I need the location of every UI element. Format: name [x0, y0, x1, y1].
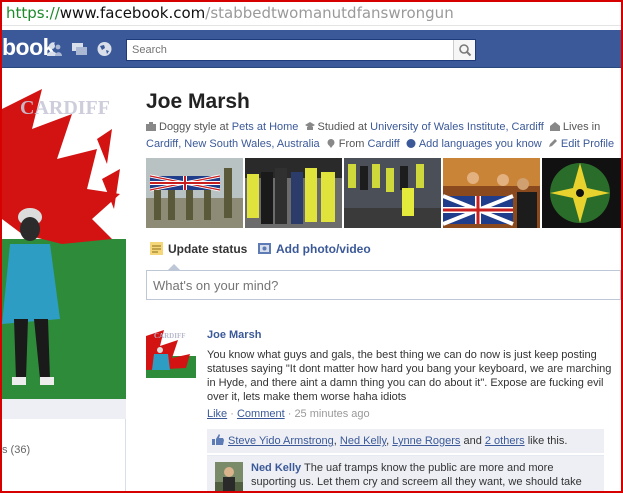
- search-button[interactable]: [453, 40, 475, 60]
- photo-thumbnail[interactable]: [443, 158, 540, 228]
- profile-name: Joe Marsh: [146, 90, 250, 113]
- add-photo-label: Add photo/video: [276, 242, 371, 256]
- story-timestamp[interactable]: 25 minutes ago: [294, 408, 369, 420]
- facebook-header: book: [2, 30, 621, 68]
- edit-profile-link[interactable]: Edit Profile: [561, 138, 614, 150]
- svg-text:CARDIFF: CARDIFF: [154, 332, 186, 340]
- thumbs-up-icon: [212, 434, 224, 445]
- likes-and: and: [463, 435, 482, 447]
- photo-street-crowd: [245, 158, 342, 228]
- left-column: CARDIFF s (36): [2, 69, 126, 491]
- search-icon: [459, 44, 472, 57]
- study-prefix: Studied at: [317, 121, 368, 133]
- browser-window: https://www.facebook.com/stabbedtwomanut…: [0, 0, 623, 493]
- profile-picture[interactable]: CARDIFF: [2, 69, 126, 399]
- update-status-label: Update status: [168, 242, 248, 256]
- likes-suffix: like this.: [527, 435, 568, 447]
- photo-flag-rally: [443, 158, 540, 228]
- svg-text:CARDIFF: CARDIFF: [20, 97, 110, 119]
- likes-bar: Steve Yido Armstrong, Ned Kelly, Lynne R…: [207, 429, 604, 453]
- liker-link[interactable]: Steve Yido Armstrong: [228, 435, 334, 447]
- url-host: www.facebook.com: [59, 4, 206, 22]
- address-bar[interactable]: https://www.facebook.com/stabbedtwomanut…: [2, 2, 621, 26]
- location-pin-icon: [327, 139, 335, 148]
- author-avatar[interactable]: CARDIFF: [146, 328, 196, 378]
- photo-police-line: [344, 158, 441, 228]
- language-globe-icon: [406, 139, 416, 148]
- from-link[interactable]: Cardiff: [368, 138, 400, 150]
- messages-icon[interactable]: [71, 41, 88, 57]
- lives-link[interactable]: Cardiff, New South Wales, Australia: [146, 138, 320, 150]
- others-link[interactable]: 2 others: [485, 435, 525, 447]
- profile-photo-image: CARDIFF: [2, 69, 126, 399]
- add-photo-tab[interactable]: Add photo/video: [258, 242, 371, 256]
- photo-thumbnail[interactable]: [542, 158, 621, 228]
- add-languages-link[interactable]: Add languages you know: [419, 138, 542, 150]
- photo-video-icon: [258, 243, 271, 254]
- graduation-cap-icon: [304, 122, 315, 130]
- author-avatar-image: CARDIFF: [146, 328, 196, 378]
- profile-info: Doggy style at Pets at Home Studied at U…: [146, 119, 621, 153]
- lives-prefix: Lives in: [562, 121, 601, 133]
- status-input[interactable]: [147, 271, 620, 299]
- comment-body: The uaf tramps know the public are more …: [251, 462, 582, 488]
- commenter-avatar[interactable]: [215, 462, 243, 491]
- comment-text: Ned Kelly The uaf tramps know the public…: [251, 461, 599, 489]
- friends-icon[interactable]: [46, 41, 63, 57]
- url-path: /stabbedtwomanutdfanswrongun: [205, 4, 454, 22]
- liker-link[interactable]: Ned Kelly: [340, 435, 386, 447]
- story-actions: Like · Comment · 25 minutes ago: [207, 408, 370, 420]
- globe-icon[interactable]: [96, 41, 113, 57]
- from-prefix: From: [338, 138, 365, 150]
- photo-thumbnail[interactable]: [245, 158, 342, 228]
- commenter-name[interactable]: Ned Kelly: [251, 462, 301, 474]
- photo-thumbnail[interactable]: [146, 158, 243, 228]
- job-prefix: Doggy style at: [159, 121, 229, 133]
- photo-thumbnail[interactable]: [344, 158, 441, 228]
- search-box[interactable]: [126, 39, 476, 61]
- status-pencil-icon: [150, 242, 163, 255]
- study-link[interactable]: University of Wales Institute, Cardiff: [370, 121, 544, 133]
- liker-link[interactable]: Lynne Rogers: [392, 435, 460, 447]
- comment-link[interactable]: Comment: [237, 408, 285, 420]
- photo-coffin-procession: [146, 158, 243, 228]
- update-status-tab[interactable]: Update status: [150, 242, 247, 256]
- photo-strip: [146, 158, 621, 230]
- commenter-avatar-image: [215, 462, 243, 491]
- left-menu-strip: [2, 399, 126, 419]
- url-scheme: https://: [6, 4, 60, 22]
- status-input-box[interactable]: [146, 270, 621, 300]
- story-text: You know what guys and gals, the best th…: [207, 349, 612, 403]
- house-icon: [549, 122, 560, 131]
- search-input[interactable]: [127, 40, 453, 60]
- job-link[interactable]: Pets at Home: [232, 121, 299, 133]
- story-author[interactable]: Joe Marsh: [207, 329, 261, 341]
- briefcase-icon: [146, 122, 156, 131]
- photo-compass-emblem: [542, 158, 621, 228]
- comment-item: Ned Kelly The uaf tramps know the public…: [207, 455, 604, 491]
- friends-count[interactable]: s (36): [2, 444, 30, 456]
- like-link[interactable]: Like: [207, 408, 227, 420]
- pencil-icon: [548, 139, 557, 147]
